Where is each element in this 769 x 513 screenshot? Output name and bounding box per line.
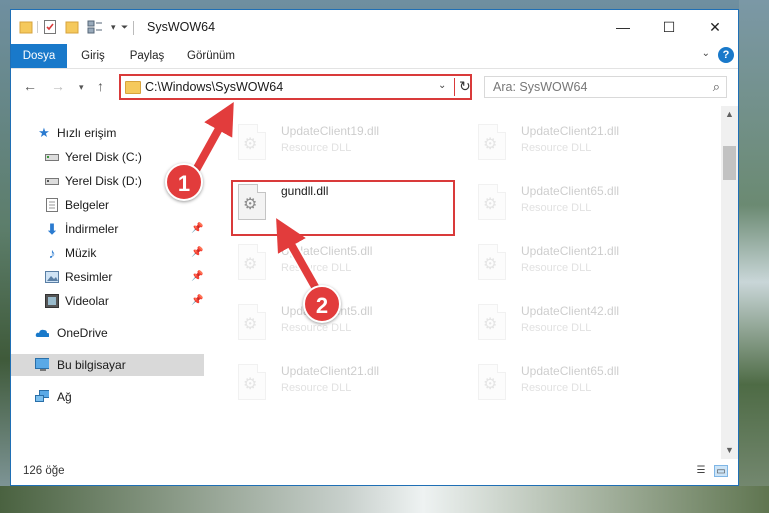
step-2-badge: 2 <box>303 285 341 323</box>
annotation-arrows <box>190 102 324 298</box>
arrow-1 <box>192 102 234 172</box>
arrow-2 <box>276 218 322 294</box>
step-1-badge: 1 <box>165 163 203 201</box>
